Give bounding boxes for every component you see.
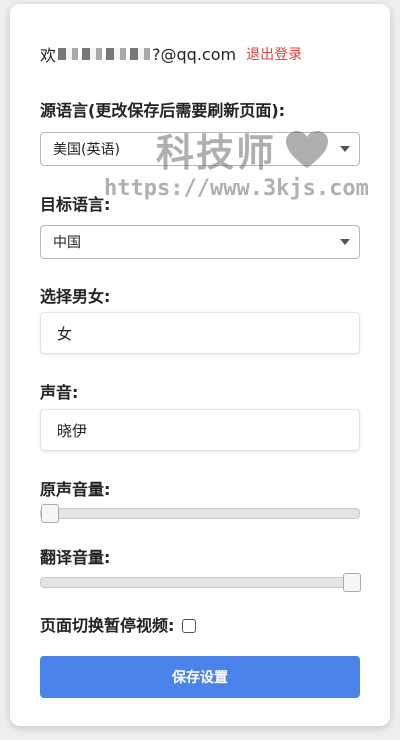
- source-language-label: 源语言(更改保存后需要刷新页面):: [40, 101, 286, 120]
- gender-label: 选择男女:: [40, 287, 111, 306]
- gender-value: 女: [57, 324, 73, 343]
- source-language-select[interactable]: 美国(英语): [40, 132, 360, 166]
- voice-field[interactable]: 晓伊: [40, 409, 360, 451]
- target-language-select[interactable]: 中国: [40, 225, 360, 259]
- voice-label: 声音:: [40, 383, 79, 402]
- translation-volume-label: 翻译音量:: [40, 548, 111, 567]
- pause-on-switch-row: 页面切换暂停视频:: [40, 612, 197, 636]
- target-language-value: 中国: [53, 235, 81, 251]
- chevron-down-icon: [340, 239, 350, 245]
- pause-on-switch-label: 页面切换暂停视频:: [40, 616, 175, 635]
- settings-panel: 欢 ?@qq.com 退出登录 源语言(更改保存后需要刷新页面): 美国(英语)…: [10, 4, 390, 726]
- gender-field[interactable]: 女: [40, 312, 360, 354]
- masked-email-redaction: [58, 48, 151, 60]
- target-language-label: 目标语言:: [40, 195, 111, 214]
- voice-value: 晓伊: [57, 421, 88, 440]
- email-suffix: ?@qq.com: [152, 44, 237, 64]
- original-volume-label: 原声音量:: [40, 480, 111, 499]
- watermark-url: https://www.3kjs.com: [104, 176, 369, 201]
- original-volume-slider[interactable]: [40, 504, 360, 523]
- pause-on-switch-checkbox[interactable]: [182, 619, 197, 633]
- greeting-text: 欢: [40, 46, 57, 65]
- translation-volume-thumb[interactable]: [343, 573, 361, 592]
- logout-link[interactable]: 退出登录: [246, 44, 302, 64]
- chevron-down-icon: [340, 146, 350, 152]
- source-language-value: 美国(英语): [53, 142, 120, 158]
- account-header: 欢 ?@qq.com 退出登录: [40, 42, 302, 66]
- translation-volume-slider[interactable]: [40, 573, 361, 592]
- save-settings-button[interactable]: 保存设置: [40, 656, 360, 698]
- original-volume-thumb[interactable]: [41, 504, 59, 523]
